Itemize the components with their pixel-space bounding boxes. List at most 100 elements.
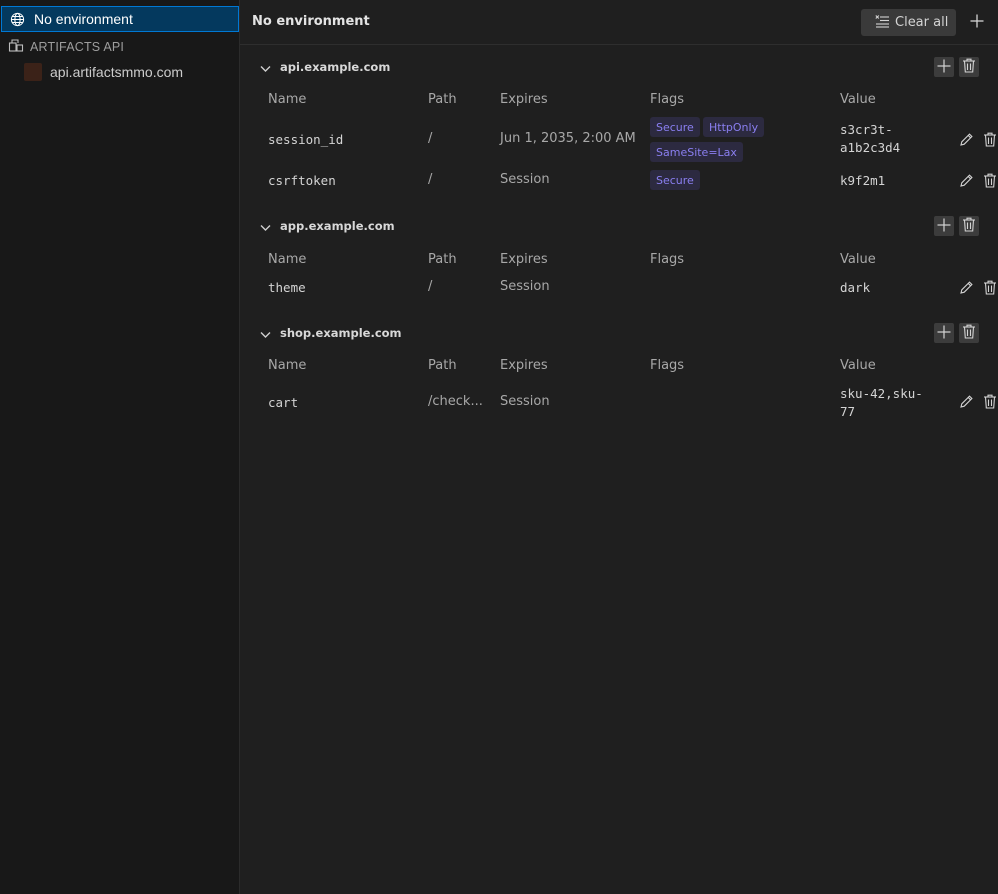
edit-cookie-button[interactable]	[958, 279, 974, 295]
cookie-expires: Jun 1, 2035, 2:00 AM	[500, 131, 636, 146]
cookie-value-line: a1b2c3d4	[840, 140, 901, 155]
trash-icon	[982, 393, 998, 409]
column-header-path: Path	[428, 358, 457, 373]
cookie-value: dark	[840, 280, 871, 295]
column-header-expires: Expires	[500, 358, 548, 373]
env-color-swatch	[24, 63, 42, 81]
clear-all-button[interactable]: Clear all	[861, 9, 956, 36]
add-cookie-button[interactable]	[967, 12, 987, 32]
page-title: No environment	[252, 14, 370, 29]
domain-actions	[934, 323, 979, 343]
globe-icon	[9, 11, 25, 27]
edit-cookie-button[interactable]	[958, 131, 974, 147]
domain-name: shop.example.com	[280, 326, 402, 340]
cookie-name: session_id	[268, 132, 344, 147]
pencil-icon	[958, 393, 974, 409]
cookie-path: /	[428, 279, 433, 294]
add-cookie-to-domain-button[interactable]	[934, 216, 954, 236]
column-header-flags: Flags	[650, 252, 685, 267]
cookie-value-line: s3cr3t-	[840, 122, 893, 137]
plus-icon	[937, 58, 951, 77]
row-actions	[958, 131, 998, 147]
delete-domain-button[interactable]	[959, 323, 979, 343]
cookie-value-line: sku-42,sku-	[840, 386, 923, 401]
env-item-label: api.artifactsmmo.com	[50, 64, 184, 80]
delete-domain-button[interactable]	[959, 216, 979, 236]
column-header-name: Name	[268, 358, 307, 373]
domain-name: app.example.com	[280, 219, 395, 233]
flag-badge: Secure	[650, 170, 700, 190]
pencil-icon	[958, 279, 974, 295]
plus-icon	[970, 13, 984, 32]
cookie-value: k9f2m1	[840, 173, 886, 188]
add-cookie-to-domain-button[interactable]	[934, 57, 954, 77]
row-actions	[958, 172, 998, 188]
environment-sidebar: No environment ARTIFACTS API api.artifac…	[0, 0, 240, 894]
env-item-artifactsmmo[interactable]: api.artifactsmmo.com	[24, 61, 183, 83]
row-actions	[958, 393, 998, 409]
column-header-expires: Expires	[500, 92, 548, 107]
column-header-path: Path	[428, 252, 457, 267]
domain-name: api.example.com	[280, 60, 391, 74]
cookie-expires: Session	[500, 172, 550, 187]
column-header-flags: Flags	[650, 92, 685, 107]
delete-cookie-button[interactable]	[982, 393, 998, 409]
delete-domain-button[interactable]	[959, 57, 979, 77]
trash-icon	[982, 131, 998, 147]
domain-header[interactable]: api.example.com	[260, 58, 390, 76]
env-item-no-environment[interactable]: No environment	[1, 6, 239, 32]
domain-header[interactable]: shop.example.com	[260, 324, 402, 342]
add-cookie-to-domain-button[interactable]	[934, 323, 954, 343]
delete-cookie-button[interactable]	[982, 172, 998, 188]
trash-icon	[962, 324, 976, 343]
edit-cookie-button[interactable]	[958, 393, 974, 409]
cookie-name: csrftoken	[268, 173, 336, 188]
chevron-down-icon	[260, 324, 271, 343]
trash-icon	[962, 58, 976, 77]
flag-badge: SameSite=Lax	[650, 142, 743, 162]
column-header-flags: Flags	[650, 358, 685, 373]
env-item-label: No environment	[34, 11, 133, 27]
column-header-value: Value	[840, 358, 876, 373]
column-header-name: Name	[268, 92, 307, 107]
cookie-value-line: 77	[840, 404, 856, 419]
cookie-name: theme	[268, 280, 306, 295]
cookie-path: /check...	[428, 394, 483, 409]
row-actions	[958, 279, 998, 295]
clear-all-label: Clear all	[895, 15, 949, 30]
trash-icon	[982, 172, 998, 188]
delete-cookie-button[interactable]	[982, 131, 998, 147]
plus-icon	[937, 324, 951, 343]
env-group-header[interactable]: ARTIFACTS API	[8, 38, 124, 56]
pencil-icon	[958, 131, 974, 147]
clear-list-icon	[875, 13, 890, 32]
cookie-path: /	[428, 131, 433, 146]
cookie-expires: Session	[500, 279, 550, 294]
column-header-value: Value	[840, 92, 876, 107]
domain-header[interactable]: app.example.com	[260, 217, 395, 235]
cookie-name: cart	[268, 395, 299, 410]
column-header-value: Value	[840, 252, 876, 267]
cookie-value: s3cr3t- a1b2c3d4	[840, 121, 900, 157]
flag-badge: HttpOnly	[703, 117, 765, 137]
column-header-name: Name	[268, 252, 307, 267]
env-group-label: ARTIFACTS API	[30, 40, 125, 54]
cookie-path: /	[428, 172, 433, 187]
column-header-expires: Expires	[500, 252, 548, 267]
flag-badge: Secure	[650, 117, 700, 137]
chevron-down-icon	[260, 217, 271, 236]
toolbar: No environment Clear all	[240, 0, 998, 45]
cookie-value: sku-42,sku- 77	[840, 385, 923, 421]
pencil-icon	[958, 172, 974, 188]
delete-cookie-button[interactable]	[982, 279, 998, 295]
plus-icon	[937, 217, 951, 236]
edit-cookie-button[interactable]	[958, 172, 974, 188]
column-header-path: Path	[428, 92, 457, 107]
domain-actions	[934, 57, 979, 77]
domain-actions	[934, 216, 979, 236]
trash-icon	[962, 217, 976, 236]
collection-icon	[8, 37, 24, 57]
cookie-expires: Session	[500, 394, 550, 409]
chevron-down-icon	[260, 58, 271, 77]
trash-icon	[982, 279, 998, 295]
